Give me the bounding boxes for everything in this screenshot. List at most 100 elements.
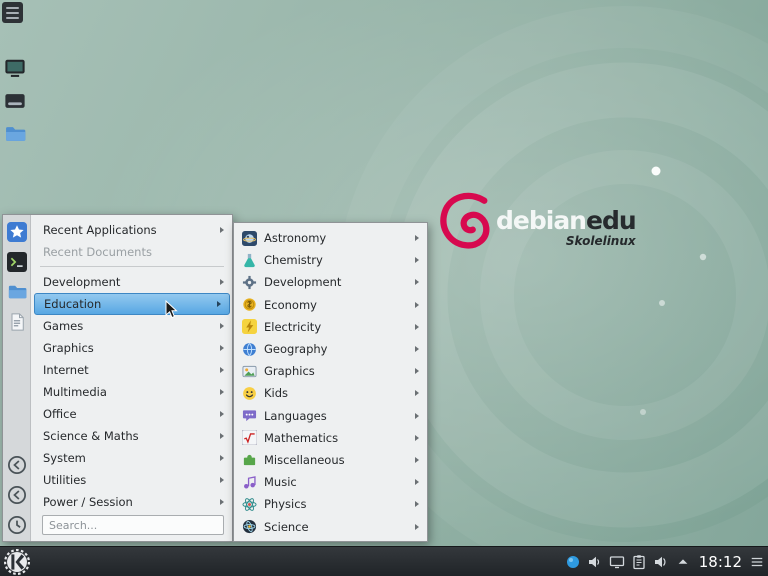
history-clock-icon[interactable]: [6, 514, 27, 535]
menu-item-recent-documents[interactable]: Recent Documents: [32, 241, 232, 263]
favorite-app-icon[interactable]: [6, 221, 27, 242]
menu-item-label: Utilities: [43, 473, 216, 487]
back-icon[interactable]: [6, 484, 27, 505]
expand-tray-icon[interactable]: [674, 551, 693, 573]
submenu-item-geography[interactable]: Geography: [234, 338, 427, 360]
economy-icon: [241, 297, 257, 313]
submenu-arrow-icon: [220, 227, 224, 233]
menu-item-system[interactable]: System: [32, 447, 232, 469]
submenu-item-music[interactable]: Music: [234, 471, 427, 493]
submenu-item-label: Graphics: [264, 364, 411, 378]
graphics-icon: [241, 363, 257, 379]
network-icon[interactable]: [564, 551, 583, 573]
science-icon: [241, 519, 257, 535]
volume-icon[interactable]: [586, 551, 605, 573]
music-icon: [241, 474, 257, 490]
submenu-item-electricity[interactable]: Electricity: [234, 316, 427, 338]
submenu-item-label: Economy: [264, 298, 411, 312]
menu-item-power-session[interactable]: Power / Session: [32, 491, 232, 513]
clipboard-icon[interactable]: [630, 551, 649, 573]
submenu-arrow-icon: [220, 279, 224, 285]
submenu-arrow-icon: [220, 411, 224, 417]
menu-item-utilities[interactable]: Utilities: [32, 469, 232, 491]
submenu-arrow-icon: [220, 389, 224, 395]
submenu-arrow-icon: [220, 455, 224, 461]
submenu-arrow-icon: [415, 479, 419, 485]
submenu-item-kids[interactable]: Kids: [234, 382, 427, 404]
astronomy-icon: [241, 230, 257, 246]
electricity-icon: [241, 319, 257, 335]
kids-icon: [241, 385, 257, 401]
submenu-item-label: Kids: [264, 386, 411, 400]
submenu-item-physics[interactable]: Physics: [234, 493, 427, 515]
geography-icon: [241, 341, 257, 357]
audio-icon[interactable]: [652, 551, 671, 573]
menu-item-label: Recent Documents: [43, 245, 224, 259]
submenu-item-development[interactable]: Development: [234, 271, 427, 293]
menu-separator: [40, 266, 224, 267]
menu-item-label: Graphics: [43, 341, 216, 355]
display-icon[interactable]: [608, 551, 627, 573]
search-input[interactable]: [42, 515, 224, 535]
submenu-item-miscellaneous[interactable]: Miscellaneous: [234, 449, 427, 471]
submenu-item-label: Miscellaneous: [264, 453, 411, 467]
drive-icon[interactable]: [3, 89, 27, 113]
menu-item-label: Education: [44, 297, 213, 311]
logo-subtitle: Skolelinux: [496, 234, 636, 248]
debian-edu-logo: debianedu Skolelinux: [436, 186, 636, 252]
submenu-arrow-icon: [415, 390, 419, 396]
submenu-arrow-icon: [220, 433, 224, 439]
menu-item-games[interactable]: Games: [32, 315, 232, 337]
submenu-item-graphics[interactable]: Graphics: [234, 360, 427, 382]
menu-item-label: Science & Maths: [43, 429, 216, 443]
menu-item-label: Recent Applications: [43, 223, 216, 237]
submenu-item-label: Development: [264, 275, 411, 289]
hamburger-menu-icon[interactable]: [2, 2, 23, 23]
document-icon[interactable]: [6, 311, 27, 332]
submenu-item-mathematics[interactable]: Mathematics: [234, 427, 427, 449]
taskbar-clock[interactable]: 18:12: [699, 553, 742, 571]
submenu-item-label: Physics: [264, 497, 411, 511]
menu-item-label: System: [43, 451, 216, 465]
menu-item-internet[interactable]: Internet: [32, 359, 232, 381]
terminal-icon[interactable]: [6, 251, 27, 272]
chemistry-icon: [241, 252, 257, 268]
menu-item-science-maths[interactable]: Science & Maths: [32, 425, 232, 447]
development-icon: [241, 274, 257, 290]
folder-icon[interactable]: [3, 122, 27, 146]
submenu-item-chemistry[interactable]: Chemistry: [234, 249, 427, 271]
submenu-arrow-icon: [220, 499, 224, 505]
miscellaneous-icon: [241, 452, 257, 468]
menu-item-graphics[interactable]: Graphics: [32, 337, 232, 359]
menu-item-education[interactable]: Education: [34, 293, 230, 315]
menu-item-label: Multimedia: [43, 385, 216, 399]
menu-item-multimedia[interactable]: Multimedia: [32, 381, 232, 403]
back-icon[interactable]: [6, 454, 27, 475]
menu-item-label: Games: [43, 319, 216, 333]
submenu-item-economy[interactable]: Economy: [234, 294, 427, 316]
submenu-arrow-icon: [415, 457, 419, 463]
submenu-arrow-icon: [415, 279, 419, 285]
submenu-item-science[interactable]: Science: [234, 515, 427, 537]
menu-item-development[interactable]: Development: [32, 271, 232, 293]
logo-wordmark: debianedu: [496, 208, 636, 233]
logo-brand-accent: edu: [586, 206, 636, 235]
menu-item-office[interactable]: Office: [32, 403, 232, 425]
search-container: [42, 514, 224, 536]
folder-icon[interactable]: [6, 281, 27, 302]
submenu-item-languages[interactable]: Languages: [234, 405, 427, 427]
menu-item-recent-applications[interactable]: Recent Applications: [32, 219, 232, 241]
submenu-item-astronomy[interactable]: Astronomy: [234, 227, 427, 249]
submenu-item-label: Electricity: [264, 320, 411, 334]
submenu-item-label: Geography: [264, 342, 411, 356]
submenu-item-label: Chemistry: [264, 253, 411, 267]
taskbar: 18:12: [0, 546, 768, 576]
submenu-arrow-icon: [220, 477, 224, 483]
desktop: debianedu Skolelinux: [0, 0, 768, 576]
kde-logo-icon[interactable]: [3, 548, 30, 575]
submenu-item-label: Languages: [264, 409, 411, 423]
submenu-item-label: Music: [264, 475, 411, 489]
panel-toolbox-icon[interactable]: [749, 551, 765, 573]
desktop-shortcuts: [3, 56, 27, 146]
display-icon[interactable]: [3, 56, 27, 80]
